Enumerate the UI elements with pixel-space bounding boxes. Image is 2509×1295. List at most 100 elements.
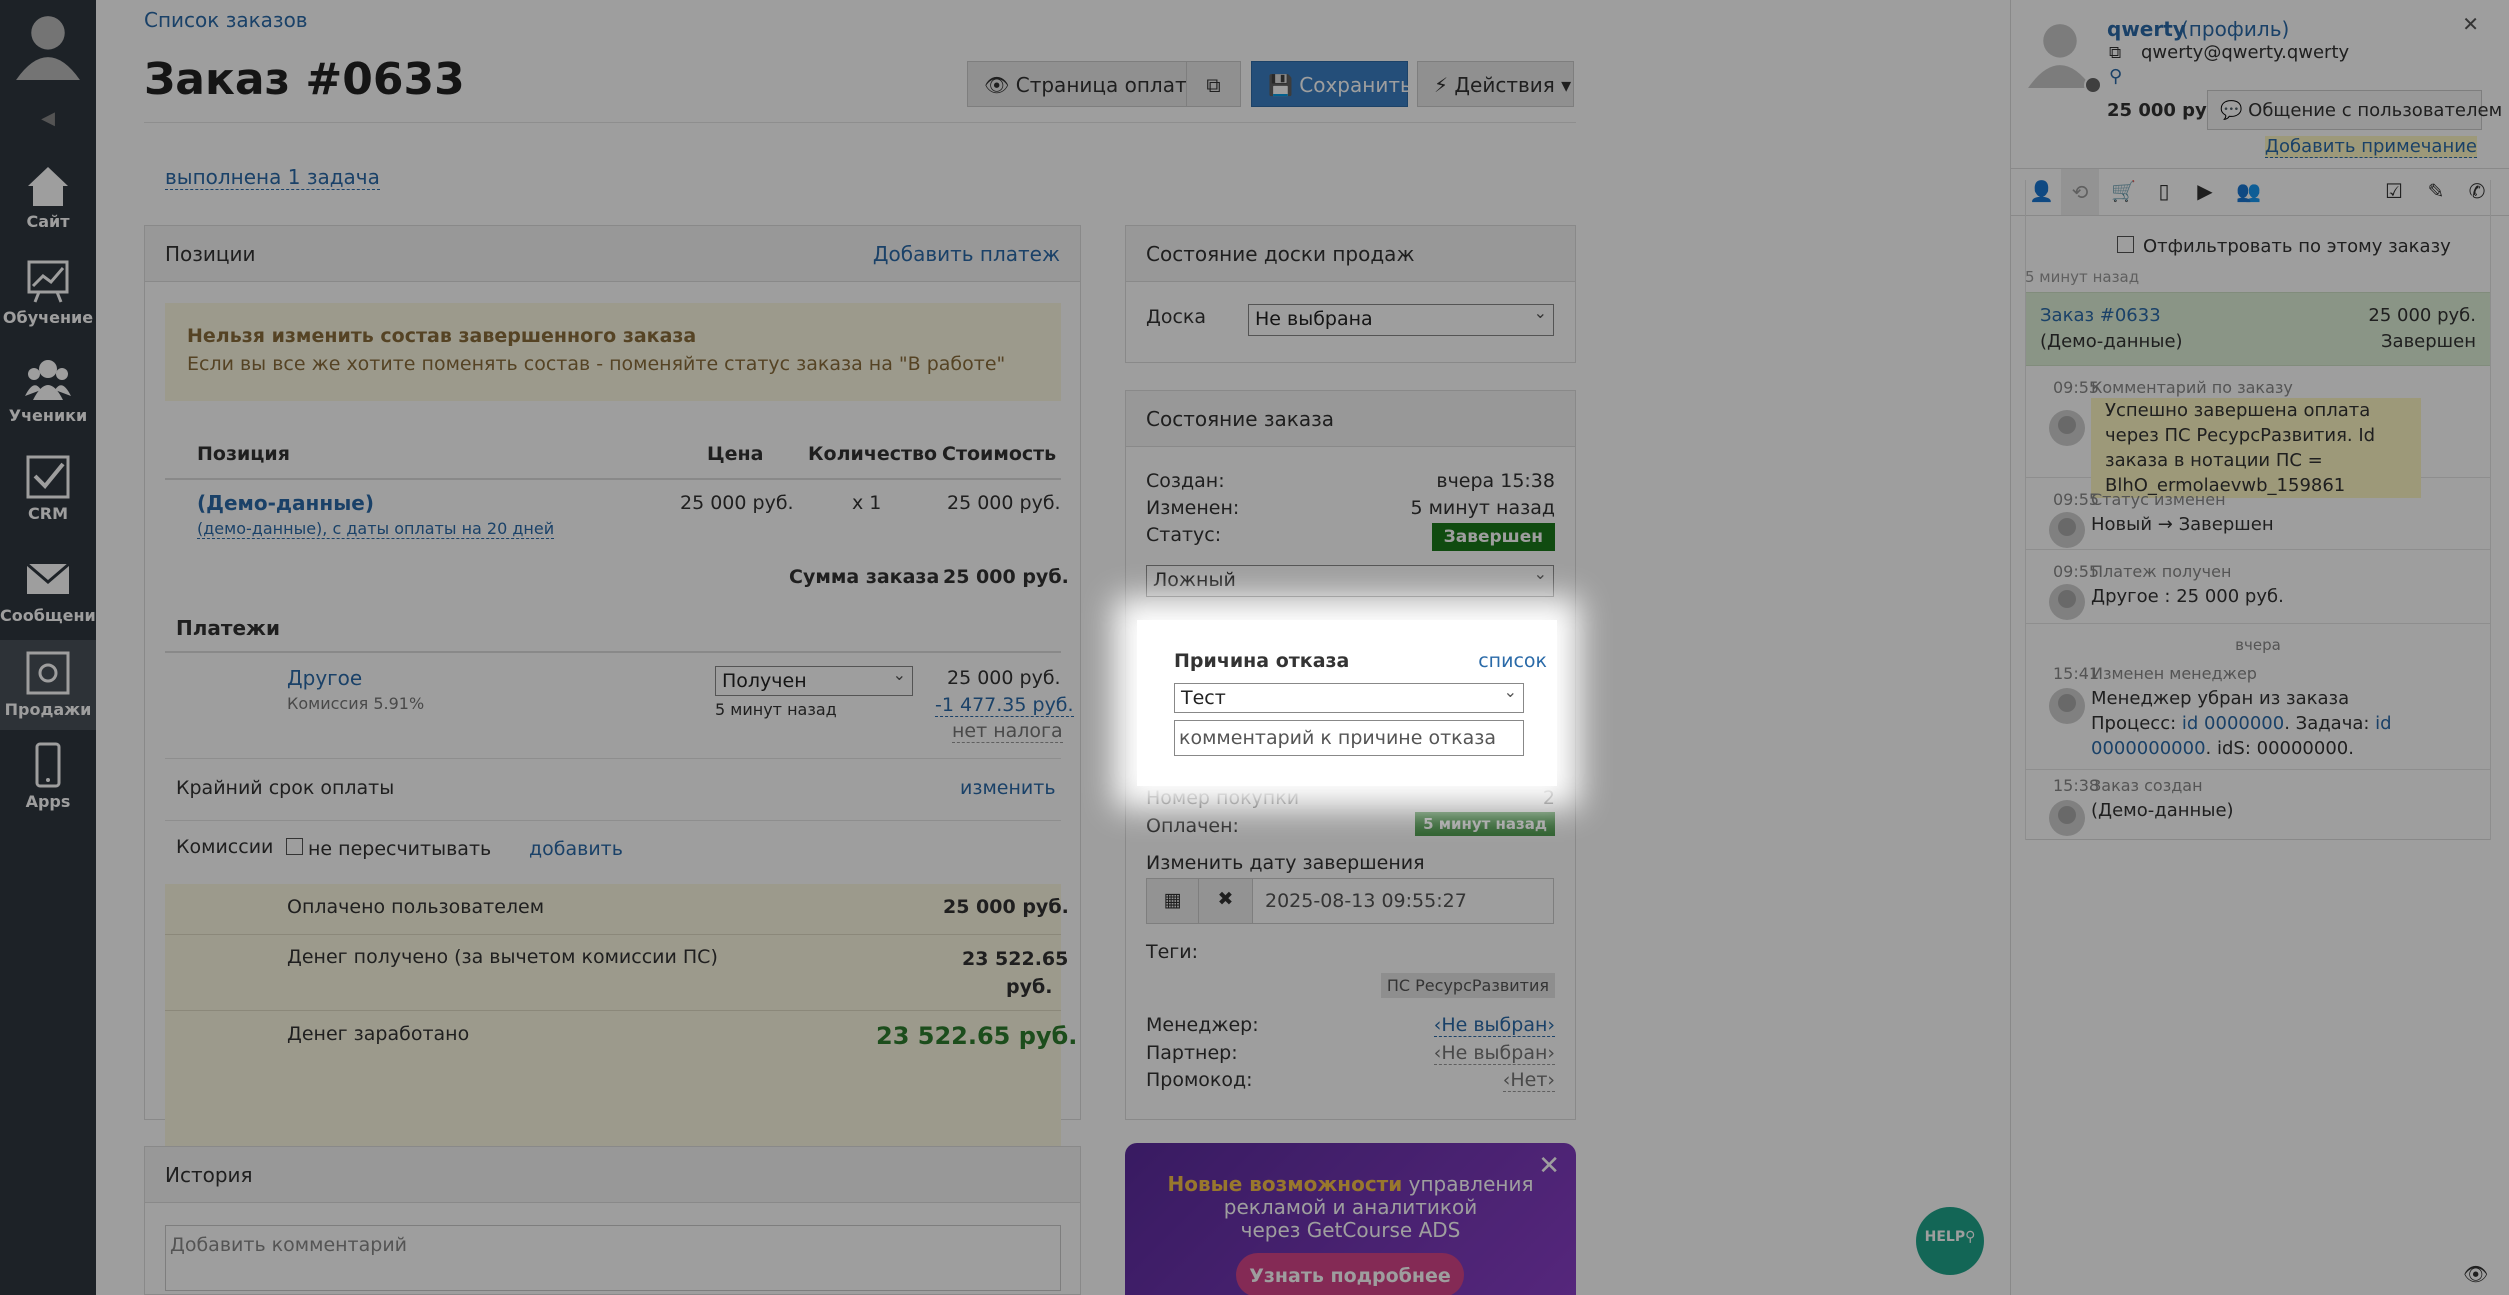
filter-label: Отфильтровать по этому заказу — [2143, 236, 2451, 257]
learn-more-button[interactable]: Узнать подробнее — [1236, 1253, 1464, 1295]
payment-fee-link[interactable]: -1 477.35 руб. — [935, 694, 1074, 717]
refusal-reason-highlight: Причина отказа список Тест комментарий к… — [1137, 620, 1557, 786]
nav-label: Ученики — [8, 406, 88, 425]
payment-tax[interactable]: нет налога — [952, 720, 1063, 743]
payment-status-select[interactable]: Получен — [715, 665, 913, 696]
tag-badge[interactable]: ПС РесурсРазвития — [1380, 973, 1555, 998]
nav-label: Продажи — [4, 700, 92, 719]
eye-icon[interactable]: 👁 — [2463, 1262, 2488, 1286]
col-qty: Количество — [808, 443, 938, 465]
filter-checkbox[interactable] — [2117, 236, 2134, 253]
paid-label: Оплачено пользователем — [287, 896, 545, 918]
refusal-reason-list-link[interactable]: список — [1478, 650, 1547, 672]
search-icon[interactable]: ⚲ — [2109, 66, 2122, 87]
partner-link[interactable]: ‹Не выбран› — [1433, 1042, 1555, 1065]
item-price: 25 000 руб. — [680, 492, 794, 514]
item-sub-link[interactable]: (демо-данные), с даты оплаты на 20 дней — [197, 519, 555, 539]
board-label: Доска — [1146, 306, 1207, 328]
col-cost: Стоимость — [942, 443, 1057, 465]
pencil-tab-icon[interactable]: ✎ — [2425, 180, 2447, 202]
task-id-link[interactable]: id — [2375, 713, 2391, 734]
calendar-icon[interactable]: ▦ — [1147, 879, 1199, 923]
history-panel: История Добавить комментарий — [144, 1146, 1081, 1295]
payment-name-link[interactable]: Другое — [287, 666, 362, 690]
copy-icon[interactable]: ⧉ — [2109, 43, 2121, 63]
tablet-tab-icon[interactable]: ▯ — [2153, 180, 2175, 202]
warning-text: Если вы все же хотите поменять состав - … — [187, 353, 1006, 375]
date-input-group: ▦ ✖ 2025-08-13 09:55:27 — [1146, 878, 1554, 924]
positions-panel: Позиции Добавить платеж Нельзя изменить … — [144, 225, 1081, 1290]
eye-icon: 👁 — [984, 73, 1010, 97]
actions-button[interactable]: ⚡ Действия ▾ — [1417, 61, 1574, 107]
false-select[interactable]: Ложный — [1146, 564, 1554, 597]
video-tab-icon[interactable]: ▶ — [2194, 180, 2216, 202]
nav-label: Сайт — [26, 212, 70, 231]
feed-body: Другое : 25 000 руб. — [2091, 586, 2284, 607]
user-avatar[interactable] — [2025, 18, 2095, 88]
task-id-value-link[interactable]: 0000000000 — [2091, 738, 2206, 759]
feed-body-line: 0000000000. idS: 00000000. — [2091, 736, 2471, 761]
deadline-change-link[interactable]: изменить — [960, 777, 1056, 799]
nav-item-students[interactable]: Ученики — [0, 356, 96, 428]
promo-banner: ✕ Новые возможности управления рекламой … — [1125, 1143, 1576, 1295]
group-tab-icon[interactable]: 👥 — [2236, 180, 2261, 202]
breadcrumb[interactable]: Список заказов — [144, 8, 308, 32]
phone-tab-icon[interactable]: ✆ — [2466, 180, 2488, 202]
copy-button[interactable]: ⧉ — [1186, 61, 1241, 107]
process-id-link[interactable]: id 0000000 — [2182, 713, 2284, 734]
copy-icon: ⧉ — [1206, 73, 1221, 97]
online-status-dot — [2084, 76, 2102, 94]
nav-item-crm[interactable]: CRM — [0, 454, 96, 526]
user-name-link[interactable]: qwerty — [2107, 17, 2186, 41]
no-recalc-checkbox[interactable] — [286, 838, 303, 855]
col-price: Цена — [707, 443, 764, 465]
order-card[interactable]: Заказ #0633 (Демо-данные) 25 000 руб. За… — [2025, 292, 2491, 366]
nav-item-site[interactable]: Сайт — [0, 162, 96, 234]
payment-time: 5 минут назад — [715, 700, 837, 719]
user-profile-link[interactable]: (профиль) — [2181, 17, 2289, 41]
payment-amount: 25 000 руб. — [947, 667, 1061, 689]
order-state-header: Состояние заказа — [1126, 391, 1575, 447]
task-tab-icon[interactable]: ☑ — [2383, 180, 2405, 202]
megaphone-icon[interactable]: ◀ — [0, 108, 96, 130]
nav-item-messages[interactable]: Сообщения — [0, 556, 106, 628]
close-icon[interactable]: ✕ — [2462, 12, 2479, 36]
commission-add-link[interactable]: добавить — [529, 838, 623, 860]
clear-date-icon[interactable]: ✖ — [1199, 879, 1253, 923]
promo-link[interactable]: ‹Нет› — [1502, 1069, 1555, 1092]
avatar-icon — [2049, 584, 2085, 620]
save-button[interactable]: 💾 Сохранить — [1251, 61, 1412, 107]
history-tab-icon[interactable]: ⟲ — [2061, 169, 2099, 215]
item-name-link[interactable]: (Демо-данные) — [197, 491, 374, 515]
refusal-comment-input[interactable]: комментарий к причине отказа — [1174, 720, 1524, 756]
nav-item-learning[interactable]: Обучение — [0, 258, 96, 334]
refusal-reason-select[interactable]: Тест — [1174, 682, 1524, 713]
nav-label: CRM — [28, 504, 68, 523]
page-title: Заказ #0633 — [144, 54, 465, 105]
add-payment-link[interactable]: Добавить платеж — [873, 242, 1060, 266]
user-avatar[interactable] — [0, 10, 96, 90]
no-recalc-label: не пересчитывать — [308, 838, 492, 860]
nav-item-sales[interactable]: Продажи — [0, 640, 96, 730]
order-card-title[interactable]: Заказ #0633 — [2040, 305, 2161, 326]
feed-body-line: Процесс: id 0000000. Задача: id — [2091, 711, 2471, 736]
order-card-amount: 25 000 руб. — [2368, 305, 2476, 326]
users-icon — [25, 360, 71, 400]
nav-item-apps[interactable]: Apps — [0, 742, 96, 822]
tasks-link[interactable]: выполнена 1 задача — [165, 165, 380, 190]
history-comment-input[interactable]: Добавить комментарий — [165, 1225, 1061, 1291]
warning-title: Нельзя изменить состав завершенного зака… — [187, 325, 697, 347]
board-select[interactable]: Не выбрана — [1248, 303, 1554, 336]
payment-page-button[interactable]: 👁 Страница оплаты — [967, 61, 1202, 107]
paid-label: Оплачен: — [1146, 815, 1239, 837]
chat-user-button[interactable]: 💬 Общение с пользователем — [2207, 90, 2502, 130]
date-input[interactable]: 2025-08-13 09:55:27 — [1265, 890, 1467, 912]
left-nav: ◀ Сайт Обучение Ученики CRM Сообщения Пр… — [0, 0, 106, 1295]
add-note-link[interactable]: Добавить примечание — [2264, 136, 2477, 158]
manager-link[interactable]: ‹Не выбран› — [1433, 1014, 1555, 1037]
user-tab-icon[interactable]: 👤 — [2029, 180, 2054, 202]
paid-value: 25 000 руб. — [943, 896, 1069, 918]
cart-tab-icon[interactable]: 🛒 — [2111, 180, 2136, 202]
save-label: Сохранить — [1299, 73, 1412, 97]
help-button[interactable]: HELP⚲ — [1916, 1207, 1984, 1275]
